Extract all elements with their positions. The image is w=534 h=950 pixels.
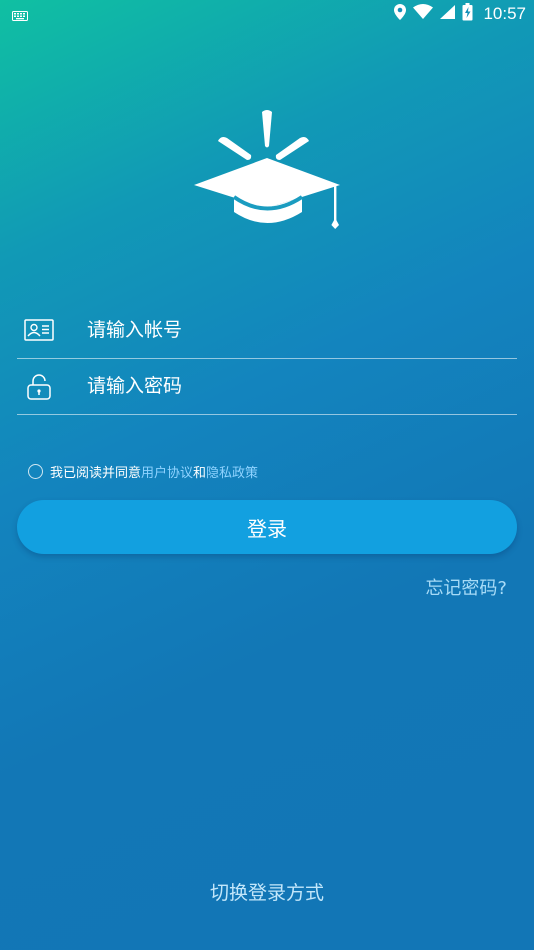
- agreement-prefix: 我已阅读并同意: [50, 466, 142, 481]
- forgot-password-link[interactable]: 忘记密码?: [425, 574, 507, 600]
- login-button[interactable]: 登录: [17, 500, 517, 554]
- status-bar: 10:57: [0, 0, 534, 28]
- signal-icon: [439, 4, 456, 24]
- password-input[interactable]: [87, 368, 497, 404]
- graduation-cap-icon: [190, 108, 344, 234]
- agreement-row: 我已阅读并同意 用户协议和隐私政策: [28, 462, 258, 481]
- wifi-icon: [413, 4, 434, 24]
- clock: 10:57: [483, 4, 526, 23]
- password-field: [17, 358, 517, 415]
- keyboard-icon: [12, 7, 28, 26]
- agreement-conjunction: 和: [193, 466, 207, 481]
- lock-icon: [24, 374, 54, 400]
- account-field: [17, 302, 517, 359]
- id-card-icon: [24, 318, 54, 344]
- agreement-radio[interactable]: [28, 464, 43, 479]
- privacy-policy-link[interactable]: 隐私政策: [206, 462, 258, 481]
- account-input[interactable]: [87, 312, 497, 348]
- user-agreement-link[interactable]: 用户协议: [141, 462, 193, 481]
- location-icon: [393, 3, 407, 25]
- switch-login-method[interactable]: 切换登录方式: [0, 878, 534, 905]
- battery-icon: [462, 3, 473, 25]
